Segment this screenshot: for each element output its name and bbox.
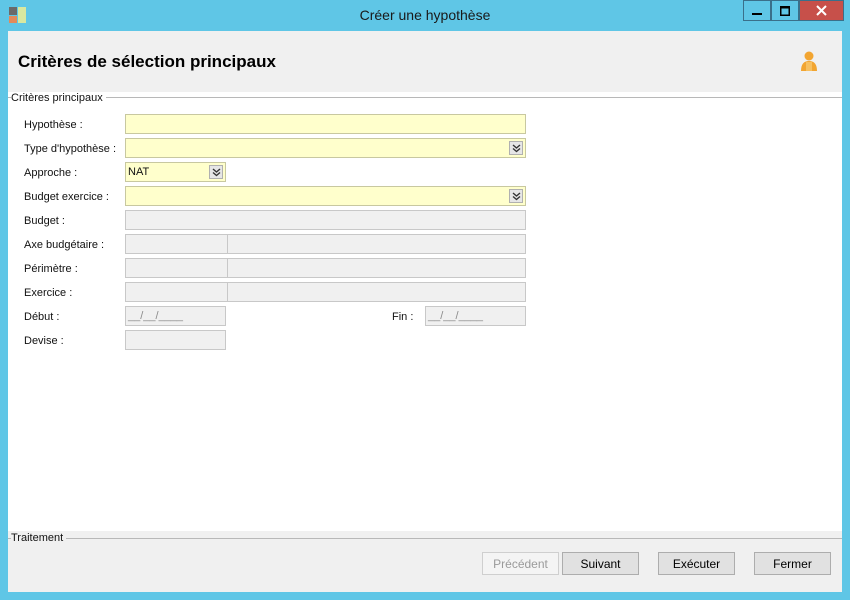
precedent-button[interactable]: Précédent bbox=[482, 552, 559, 575]
fermer-button[interactable]: Fermer bbox=[754, 552, 831, 575]
header: Critères de sélection principaux bbox=[8, 31, 842, 92]
exercice-code-field bbox=[125, 282, 228, 302]
maximize-button[interactable] bbox=[771, 0, 799, 21]
approche-label: Approche : bbox=[24, 167, 78, 179]
fin-date-field: __/__/____ bbox=[425, 306, 526, 326]
debut-placeholder: __/__/____ bbox=[128, 310, 184, 322]
type-hypothese-select[interactable] bbox=[125, 138, 526, 158]
traitement-group-line bbox=[8, 538, 842, 539]
hypothese-input[interactable] bbox=[125, 114, 526, 134]
minimize-button[interactable] bbox=[743, 0, 771, 21]
perimetre-code-field bbox=[125, 258, 228, 278]
budget-label: Budget : bbox=[24, 215, 65, 227]
suivant-button[interactable]: Suivant bbox=[562, 552, 639, 575]
page-title: Critères de sélection principaux bbox=[18, 52, 276, 71]
executer-button[interactable]: Exécuter bbox=[658, 552, 735, 575]
close-button[interactable] bbox=[799, 0, 844, 21]
type-hypothese-dropdown-button[interactable] bbox=[509, 141, 523, 155]
axe-budgetaire-code-field bbox=[125, 234, 228, 254]
perimetre-description-field bbox=[227, 258, 526, 278]
client-area: Critères de sélection principaux Critère… bbox=[8, 31, 842, 592]
axe-budgetaire-description-field bbox=[227, 234, 526, 254]
maximize-icon bbox=[780, 5, 790, 16]
exercice-label: Exercice : bbox=[24, 287, 73, 299]
chevron-down-icon bbox=[212, 167, 220, 176]
user-icon[interactable] bbox=[800, 51, 818, 73]
hypothese-label: Hypothèse : bbox=[24, 119, 83, 131]
traitement-group-label: Traitement bbox=[11, 532, 67, 544]
budget-exercice-label: Budget exercice : bbox=[24, 191, 109, 203]
type-hypothese-label: Type d'hypothèse : bbox=[24, 143, 116, 155]
window-title: Créer une hypothèse bbox=[359, 7, 491, 23]
budget-exercice-select[interactable] bbox=[125, 186, 526, 206]
perimetre-label: Périmètre : bbox=[24, 263, 78, 275]
approche-dropdown-button[interactable] bbox=[209, 165, 223, 179]
exercice-description-field bbox=[227, 282, 526, 302]
chevron-down-icon bbox=[512, 191, 520, 200]
debut-label: Début : bbox=[24, 311, 60, 323]
approche-value: NAT bbox=[128, 166, 150, 178]
approche-select[interactable]: NAT bbox=[125, 162, 226, 182]
chevron-down-icon bbox=[512, 143, 520, 152]
devise-field bbox=[125, 330, 226, 350]
devise-label: Devise : bbox=[24, 335, 64, 347]
criteria-group-line bbox=[8, 97, 842, 98]
budget-exercice-dropdown-button[interactable] bbox=[509, 189, 523, 203]
title-bar[interactable]: Créer une hypothèse bbox=[0, 0, 850, 31]
criteria-group-label: Critères principaux bbox=[11, 92, 106, 104]
axe-budgetaire-label: Axe budgétaire : bbox=[24, 239, 105, 251]
fin-label: Fin : bbox=[392, 311, 414, 323]
debut-date-field: __/__/____ bbox=[125, 306, 226, 326]
close-icon bbox=[816, 5, 827, 16]
app-window: Créer une hypothèse Critères de sélectio… bbox=[0, 0, 850, 600]
fin-placeholder: __/__/____ bbox=[428, 310, 484, 322]
budget-field bbox=[125, 210, 526, 230]
minimize-icon bbox=[752, 12, 762, 15]
